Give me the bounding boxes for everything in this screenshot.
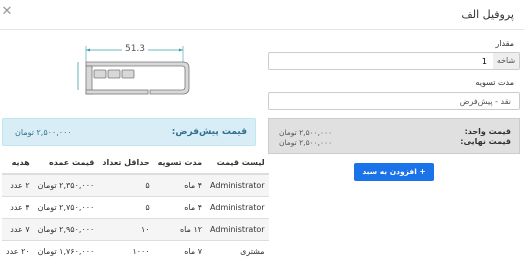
cell-term: ۴ ماه (153, 196, 207, 219)
table-row: Administrator ۱۲ ماه ۱۰ ۲,۹۵۰,۰۰۰ تومان … (2, 218, 269, 241)
close-icon[interactable]: ✕ (0, 5, 14, 19)
modal-header: پروفیل الف ✕ (0, 0, 524, 30)
final-price-value: ۲,۵۰۰,۰۰۰ تومان (279, 138, 333, 147)
quantity-input-group: شاخه (268, 52, 520, 70)
cell-term: ۷ ماه (153, 240, 207, 258)
cell-wholesale-price: ۲,۳۵۰,۰۰۰ تومان (33, 174, 99, 197)
term-select[interactable]: نقد - پیش‌فرض (268, 92, 520, 110)
cell-min-qty: ۵ (98, 196, 154, 219)
quantity-label: مقدار (495, 39, 514, 48)
final-price-label: قیمت نهایی: (460, 137, 511, 146)
cell-term: ۱۲ ماه (153, 218, 207, 241)
cell-gift: ۲ عدد (2, 174, 34, 197)
cell-wholesale-price: ۲,۷۵۰,۰۰۰ تومان (33, 196, 99, 219)
cell-price-list: Administrator (206, 218, 269, 241)
cell-price-list: مشتری (206, 240, 269, 258)
modal-title: پروفیل الف (461, 8, 514, 21)
cell-price-list: Administrator (206, 196, 269, 219)
default-price-label: قیمت پیش‌فرض: (171, 127, 247, 137)
column-header-price-list: لیست قیمت (206, 152, 269, 175)
table-row: Administrator ۴ ماه ۵ ۲,۷۵۰,۰۰۰ تومان ۴ … (2, 196, 269, 219)
add-to-cart-button[interactable]: + افزودن به سبد خرید (354, 163, 434, 194)
cell-wholesale-price: ۱,۷۶۰,۰۰۰ تومان (33, 240, 99, 258)
cell-price-list: Administrator (206, 174, 269, 197)
default-price-value: ۲,۵۰۰,۰۰۰ تومان (15, 128, 72, 137)
cell-gift: ۷ عدد (2, 218, 34, 241)
column-header-gift: هدیه (2, 152, 34, 175)
cell-gift: ۲۰ عدد (2, 240, 34, 258)
column-header-min-qty: حداقل تعداد (98, 152, 154, 175)
column-header-wholesale-price: قیمت عمده (33, 152, 99, 175)
default-price-alert: قیمت پیش‌فرض: ۲,۵۰۰,۰۰۰ تومان (2, 118, 256, 146)
table-row: Administrator ۴ ماه ۵ ۲,۳۵۰,۰۰۰ تومان ۲ … (2, 174, 269, 197)
unit-price-value: ۲,۵۰۰,۰۰۰ تومان (279, 128, 333, 137)
product-profile-image: 51.3 (77, 43, 190, 95)
unit-price-label: قیمت واحد: (464, 127, 511, 136)
cell-min-qty: ۱۰۰۰ (98, 240, 154, 258)
dimension-label: 51.3 (125, 44, 145, 54)
cell-wholesale-price: ۲,۹۵۰,۰۰۰ تومان (33, 218, 99, 241)
profile-shape (85, 61, 190, 95)
table-row: مشتری ۷ ماه ۱۰۰۰ ۱,۷۶۰,۰۰۰ تومان ۲۰ عدد (2, 240, 269, 258)
quantity-input[interactable] (269, 53, 493, 69)
price-summary: قیمت واحد: ۲,۵۰۰,۰۰۰ تومان قیمت نهایی: ۲… (268, 118, 520, 154)
term-selected-value: نقد - پیش‌فرض (459, 97, 511, 106)
column-header-term: مدت تسویه (153, 152, 207, 175)
quantity-unit-addon: شاخه (493, 53, 519, 69)
cell-min-qty: ۵ (98, 174, 154, 197)
term-label: مدت تسویه (475, 78, 514, 87)
cell-gift: ۴ عدد (2, 196, 34, 219)
cell-min-qty: ۱۰ (98, 218, 154, 241)
price-list-table: لیست قیمت مدت تسویه حداقل تعداد قیمت عمد… (2, 152, 269, 258)
table-header-row: لیست قیمت مدت تسویه حداقل تعداد قیمت عمد… (2, 152, 269, 175)
cell-term: ۴ ماه (153, 174, 207, 197)
